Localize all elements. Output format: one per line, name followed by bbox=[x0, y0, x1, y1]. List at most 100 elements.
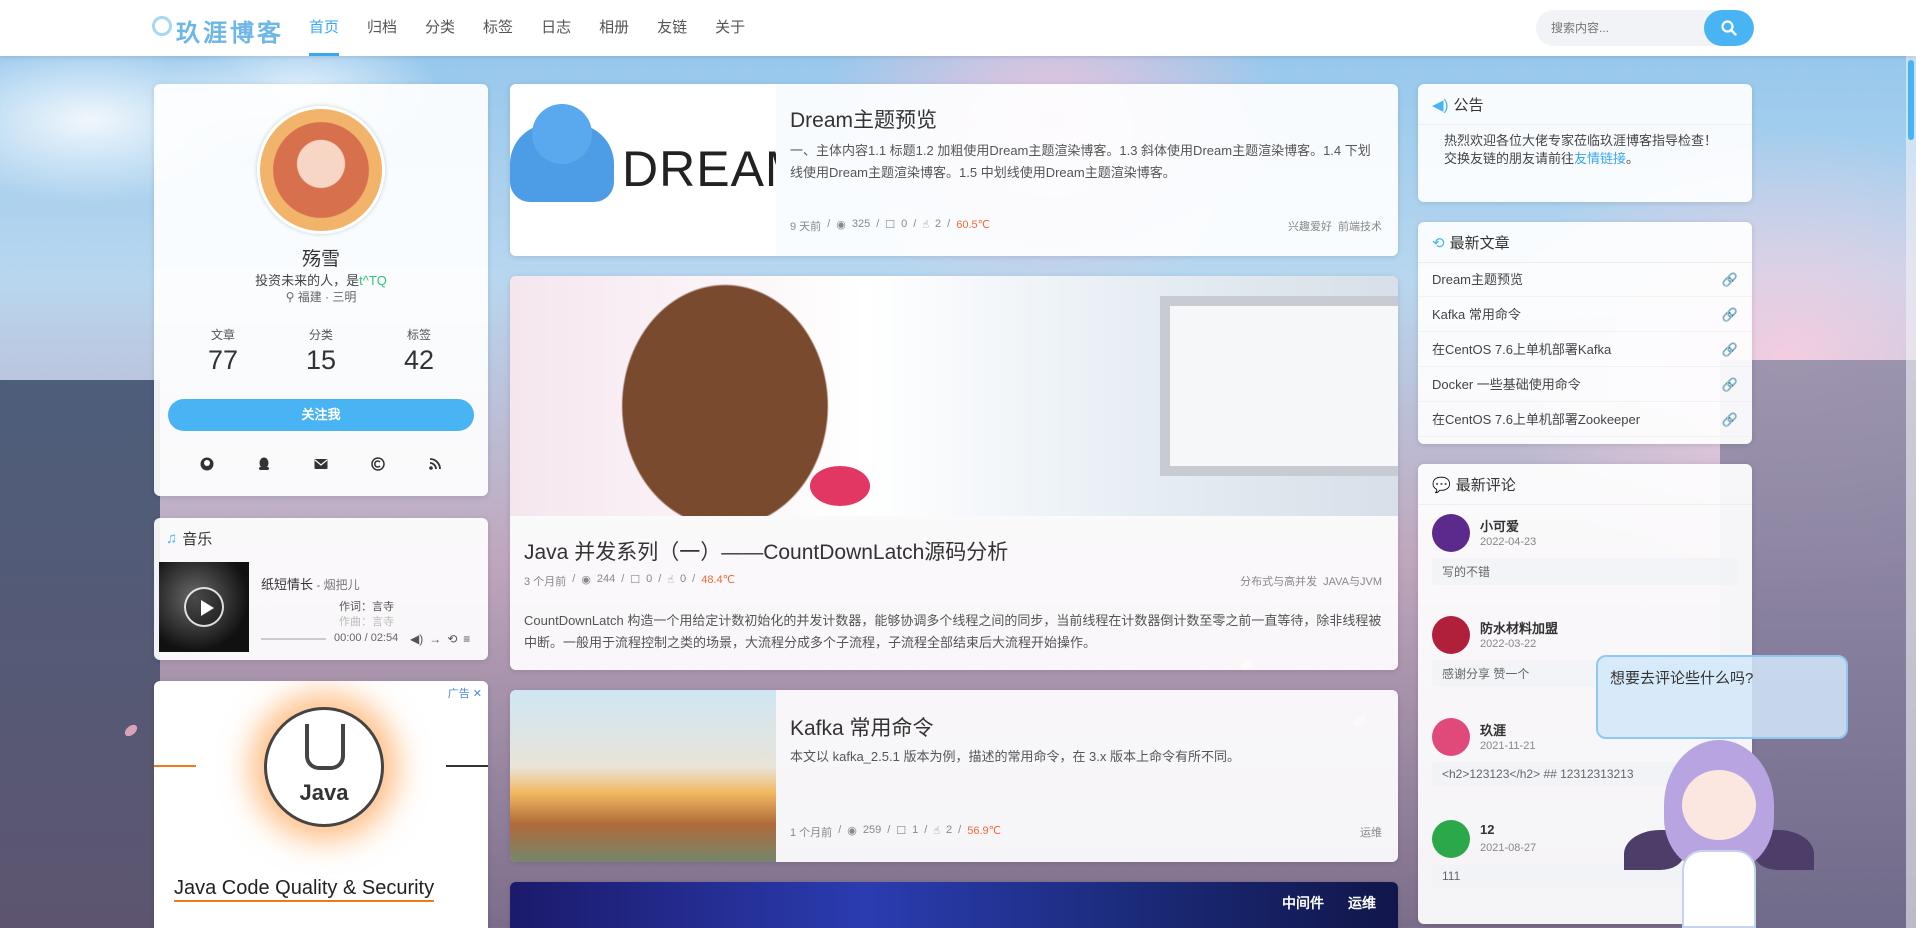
search-icon bbox=[1721, 20, 1737, 36]
nav-item-about[interactable]: 关于 bbox=[701, 0, 759, 56]
search-input[interactable] bbox=[1536, 10, 1706, 46]
list-item[interactable]: Dream主题预览 🔗 bbox=[1418, 262, 1752, 297]
recent-post-title[interactable]: Kafka 常用命令 bbox=[1432, 297, 1521, 331]
comment-avatar[interactable] bbox=[1432, 616, 1470, 654]
post-tag[interactable]: JAVA与JVM bbox=[1323, 573, 1382, 589]
nav-item-archive[interactable]: 归档 bbox=[353, 0, 411, 56]
link-icon: 🔗 bbox=[1721, 377, 1738, 392]
post-views: 244 bbox=[596, 573, 616, 585]
post-tag[interactable]: 运维 bbox=[1348, 893, 1376, 913]
song-title: 纸短情长 bbox=[261, 577, 314, 592]
post-tag[interactable]: 中间件 bbox=[1282, 893, 1324, 913]
post-tag[interactable]: 运维 bbox=[1360, 824, 1382, 840]
music-controls: ◀) → ⟲ ≡ bbox=[410, 632, 470, 646]
list-item[interactable]: 在CentOS 7.6上单机部署Kafka 🔗 bbox=[1418, 332, 1752, 367]
list-item[interactable]: 在CentOS 7.6上单机部署Zookeeper 🔗 bbox=[1418, 402, 1752, 437]
nav-item-links[interactable]: 友链 bbox=[643, 0, 701, 56]
copyright-icon[interactable] bbox=[368, 454, 388, 474]
stat-articles[interactable]: 文章 77 bbox=[183, 326, 263, 376]
comment-avatar[interactable] bbox=[1432, 718, 1470, 756]
follow-button[interactable]: 关注我 bbox=[168, 399, 474, 431]
post-thumbnail[interactable] bbox=[510, 690, 776, 862]
post-temperature: 56.9℃ bbox=[967, 825, 1001, 837]
rss-icon[interactable] bbox=[425, 454, 445, 474]
post-summary: 本文以 kafka_2.5.1 版本为例，描述的常用命令，在 3.x 版本上命令… bbox=[790, 749, 1241, 764]
post-cover-image[interactable] bbox=[510, 276, 1398, 516]
nav-item-home[interactable]: 首页 bbox=[295, 0, 353, 56]
music-title-text: 音乐 bbox=[182, 531, 213, 548]
notice-body: 热烈欢迎各位大佬专家莅临玖涯博客指导检查！ 交换友链的朋友请前往友情链接。 bbox=[1432, 132, 1738, 168]
stat-tags[interactable]: 标签 42 bbox=[379, 326, 459, 376]
lyric-current: 作词：言寺 bbox=[339, 601, 394, 613]
comment-avatar[interactable] bbox=[1432, 514, 1470, 552]
play-button[interactable] bbox=[184, 587, 224, 627]
list-item[interactable]: Kafka 常用命令 🔗 bbox=[1418, 297, 1752, 332]
background-house bbox=[0, 380, 160, 928]
post-tag[interactable]: 前端技术 bbox=[1338, 218, 1382, 234]
recent-post-title[interactable]: 在CentOS 7.6上单机部署Kafka bbox=[1432, 332, 1611, 366]
post-time: 1 个月前 bbox=[790, 827, 833, 839]
stat-label: 标签 bbox=[406, 328, 431, 342]
search-button[interactable] bbox=[1704, 10, 1754, 46]
post-card[interactable]: DREAM Dream主题预览 一、主体内容1.1 标题1.2 加粗使用Drea… bbox=[510, 84, 1398, 256]
post-card[interactable]: 中间件 运维 bbox=[510, 882, 1398, 928]
site-logo[interactable]: 玖涯博客 bbox=[176, 13, 284, 48]
mascot-speech-bubble: 想要去评论些什么吗? bbox=[1596, 655, 1848, 739]
mascot-character[interactable] bbox=[1624, 740, 1814, 928]
stat-label: 文章 bbox=[210, 328, 235, 342]
post-likes: 2 bbox=[935, 218, 942, 230]
playlist-icon[interactable]: ≡ bbox=[463, 632, 470, 646]
comment-author[interactable]: 玖涯 bbox=[1480, 720, 1506, 739]
recent-post-title[interactable]: 在CentOS 7.6上单机部署Zookeeper bbox=[1432, 402, 1640, 436]
comment-avatar[interactable] bbox=[1432, 820, 1470, 858]
notice-card: ◀) 公告 热烈欢迎各位大佬专家莅临玖涯博客指导检查！ 交换友链的朋友请前往友情链… bbox=[1418, 84, 1752, 202]
qq-icon[interactable] bbox=[254, 454, 274, 474]
post-card[interactable]: Java 并发系列（一）——CountDownLatch源码分析 3 个月前 / … bbox=[510, 276, 1398, 670]
avatar[interactable] bbox=[257, 106, 385, 234]
comment-icon: ☐ bbox=[630, 574, 641, 586]
post-title[interactable]: Dream主题预览 bbox=[790, 104, 937, 134]
ad-card[interactable]: 广告 ✕ Java Java Code Quality & Security bbox=[154, 681, 488, 928]
comment-author[interactable]: 12 bbox=[1480, 822, 1494, 837]
post-tag[interactable]: 兴趣爱好 bbox=[1288, 218, 1332, 234]
post-card[interactable]: Kafka 常用命令 本文以 kafka_2.5.1 版本为例，描述的常用命令，… bbox=[510, 690, 1398, 862]
list-item[interactable]: Docker 一些基础使用命令 🔗 bbox=[1418, 367, 1752, 402]
github-icon[interactable] bbox=[197, 454, 217, 474]
nav-item-tags[interactable]: 标签 bbox=[469, 0, 527, 56]
social-links bbox=[154, 454, 488, 474]
friend-links-link[interactable]: 友情链接 bbox=[1574, 151, 1626, 166]
post-views: 259 bbox=[862, 824, 882, 836]
post-title[interactable]: Java 并发系列（一）——CountDownLatch源码分析 bbox=[524, 536, 1008, 566]
notice-line: 交换友链的朋友请前往友情链接。 bbox=[1432, 150, 1738, 168]
post-title[interactable]: Kafka 常用命令 bbox=[790, 712, 934, 742]
music-progress-bar[interactable] bbox=[261, 638, 326, 640]
post-thumbnail[interactable]: DREAM bbox=[510, 84, 776, 256]
post-tag[interactable]: 分布式与高并发 bbox=[1240, 573, 1317, 589]
nav-item-categories[interactable]: 分类 bbox=[411, 0, 469, 56]
comment-author[interactable]: 防水材料加盟 bbox=[1480, 618, 1558, 637]
page-scrollbar[interactable] bbox=[1906, 56, 1916, 928]
eye-icon: ◉ bbox=[836, 219, 846, 231]
mascot-body bbox=[1682, 850, 1756, 928]
post-time: 3 个月前 bbox=[524, 576, 567, 588]
close-icon[interactable]: ✕ bbox=[473, 688, 482, 700]
post-comments: 0 bbox=[901, 218, 908, 230]
recent-post-title[interactable]: Dream主题预览 bbox=[1432, 262, 1523, 296]
comment-author[interactable]: 小可爱 bbox=[1480, 516, 1519, 535]
post-meta: 1 个月前 / ◉ 259/ ☐ 1/ ☝ 2/ 56.9℃ bbox=[790, 824, 1001, 839]
post-tags: 运维 bbox=[1360, 824, 1382, 840]
stat-value: 42 bbox=[403, 345, 435, 375]
post-meta: 9 天前 / ◉ 325/ ☐ 0/ ☝ 2/ 60.5℃ bbox=[790, 218, 990, 233]
ad-label[interactable]: 广告 ✕ bbox=[448, 685, 482, 701]
nav-item-album[interactable]: 相册 bbox=[585, 0, 643, 56]
nav-item-journal[interactable]: 日志 bbox=[527, 0, 585, 56]
stat-categories[interactable]: 分类 15 bbox=[281, 326, 361, 376]
profile-motto: 投资未来的人，是t^TQ bbox=[154, 270, 488, 289]
scrollbar-thumb[interactable] bbox=[1908, 60, 1914, 140]
recent-post-title[interactable]: Docker 一些基础使用命令 bbox=[1432, 367, 1581, 401]
volume-icon[interactable]: ◀) bbox=[410, 632, 423, 646]
loop-order-icon[interactable]: → bbox=[429, 632, 441, 646]
ad-headline[interactable]: Java Code Quality & Security bbox=[174, 877, 435, 902]
repeat-icon[interactable]: ⟲ bbox=[447, 632, 457, 646]
email-icon[interactable] bbox=[311, 454, 331, 474]
